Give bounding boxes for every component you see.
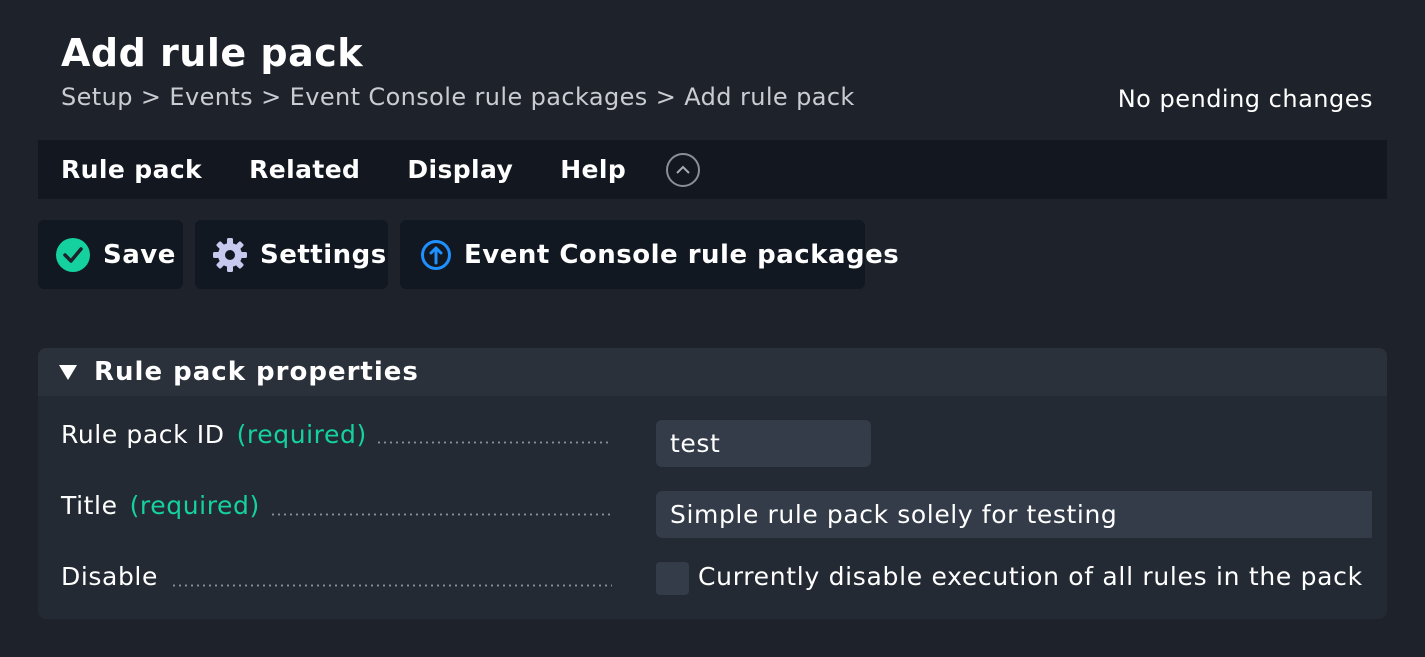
gear-icon bbox=[212, 237, 248, 273]
menu-bar: Rule pack Related Display Help bbox=[38, 140, 1387, 199]
triangle-down-icon[interactable] bbox=[59, 364, 77, 380]
required-marker: (required) bbox=[236, 420, 367, 449]
arrow-up-circle-icon bbox=[420, 237, 452, 273]
settings-label: Settings bbox=[260, 239, 387, 270]
rule-pack-properties-panel: Rule pack properties Rule pack ID (requi… bbox=[38, 348, 1387, 619]
menu-help[interactable]: Help bbox=[560, 155, 626, 184]
dot-leader bbox=[270, 513, 612, 516]
dot-leader bbox=[376, 441, 612, 444]
required-marker: (required) bbox=[129, 491, 260, 520]
breadcrumb[interactable]: Setup > Events > Event Console rule pack… bbox=[61, 80, 855, 114]
menu-related[interactable]: Related bbox=[249, 155, 360, 184]
title-label-text: Title bbox=[61, 491, 118, 520]
page-title: Add rule pack bbox=[61, 31, 364, 75]
chevron-up-circle-icon[interactable] bbox=[666, 152, 701, 187]
disable-checkbox-label[interactable]: Currently disable execution of all rules… bbox=[698, 562, 1363, 591]
rule-pack-id-label-text: Rule pack ID bbox=[61, 420, 225, 449]
disable-checkbox[interactable] bbox=[656, 562, 689, 595]
rule-pack-id-row: Rule pack ID (required) test bbox=[38, 420, 1387, 470]
title-label: Title (required) bbox=[61, 491, 260, 520]
menu-rule-pack[interactable]: Rule pack bbox=[61, 155, 202, 184]
rule-pack-id-input[interactable]: test bbox=[656, 420, 871, 467]
event-console-label: Event Console rule packages bbox=[464, 239, 900, 270]
save-label: Save bbox=[103, 239, 176, 270]
disable-label-text: Disable bbox=[61, 562, 158, 591]
disable-row: Disable Currently disable execution of a… bbox=[38, 562, 1387, 602]
panel-title: Rule pack properties bbox=[94, 357, 419, 387]
pending-changes[interactable]: No pending changes bbox=[1118, 82, 1373, 116]
title-row: Title (required) Simple rule pack solely… bbox=[38, 491, 1387, 541]
settings-button[interactable]: Settings bbox=[195, 220, 388, 289]
panel-header[interactable]: Rule pack properties bbox=[38, 348, 1387, 396]
menu-display[interactable]: Display bbox=[407, 155, 513, 184]
checkmark-icon bbox=[55, 237, 91, 273]
dot-leader bbox=[171, 584, 612, 587]
page: Add rule pack Setup > Events > Event Con… bbox=[0, 0, 1425, 657]
event-console-rule-packages-button[interactable]: Event Console rule packages bbox=[400, 220, 899, 289]
title-input[interactable]: Simple rule pack solely for testing bbox=[656, 491, 1372, 538]
toolbar: Save Settings Event Console rule package… bbox=[38, 220, 899, 289]
rule-pack-id-label: Rule pack ID (required) bbox=[61, 420, 367, 449]
save-button[interactable]: Save bbox=[38, 220, 183, 289]
disable-label: Disable bbox=[61, 562, 158, 591]
